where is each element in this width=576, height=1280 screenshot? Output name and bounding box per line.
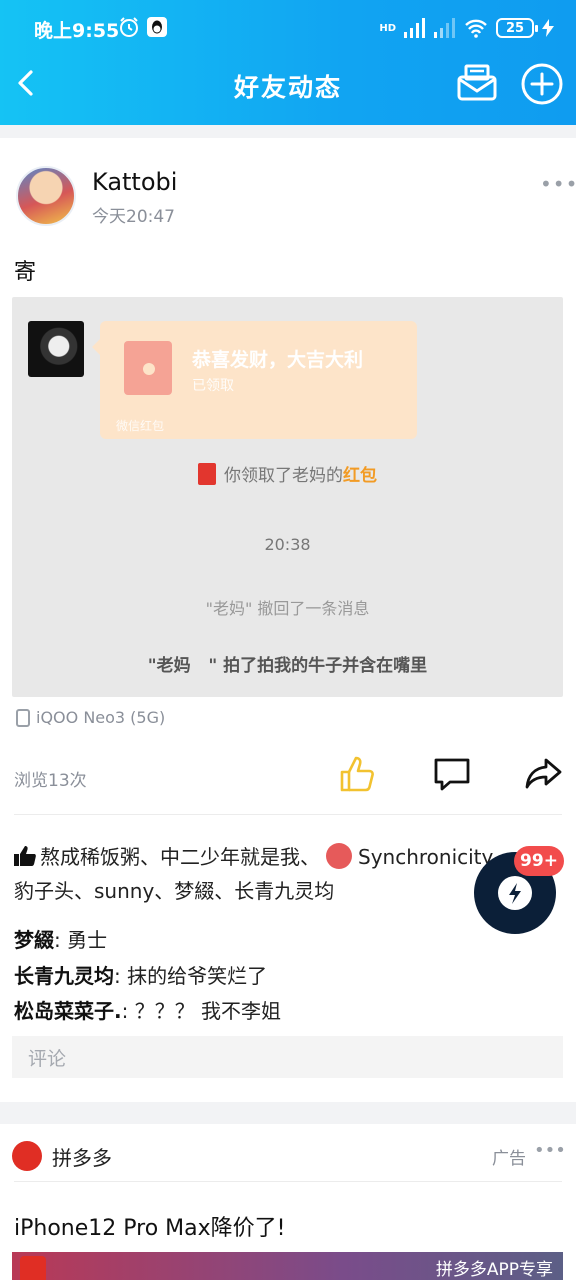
pat-notice: "老妈 " 拍了拍我的牛子并含在嘴里 [147, 656, 428, 676]
received-notice: 你领取了老妈的红包 [12, 461, 563, 486]
post-time: 今天20:47 [92, 207, 175, 227]
view-count: 浏览13次 [14, 771, 87, 791]
messages-icon[interactable] [456, 62, 498, 104]
ad-more-button[interactable]: ••• [534, 1140, 566, 1161]
post-text: 寄 [14, 260, 37, 285]
status-right: HD 25 [379, 16, 554, 40]
likes-names-1[interactable]: 熬成稀饭粥、中二少年就是我、 [40, 845, 320, 869]
likes-names-2[interactable]: Synchronicity [358, 845, 493, 869]
red-packet-icon [124, 341, 172, 395]
ad-banner[interactable]: 拼多多APP专享 [12, 1252, 563, 1280]
author-name[interactable]: Kattobi [92, 168, 177, 196]
likes-list: 熬成稀饭粥、中二少年就是我、 Synchronicity 豹子头、sunny、梦綴、… [14, 840, 554, 908]
red-packet-footer: 微信红包 [116, 419, 165, 433]
banner-label: 拼多多APP专享 [435, 1260, 553, 1280]
ad-brand[interactable]: 拼多多 [52, 1142, 112, 1171]
alarm-icon [120, 17, 138, 37]
lightning-icon [498, 876, 532, 910]
red-packet-bubble: 恭喜发财，大吉大利 已领取 微信红包 [92, 321, 417, 439]
status-bar: 晚上9:55 HD 25 [0, 0, 576, 56]
likes-names-3[interactable]: 豹子头、sunny、梦綴、长青九灵均 [14, 879, 334, 903]
banner-logo-icon [20, 1256, 46, 1280]
comment-author[interactable]: 长青九灵均 [14, 964, 114, 988]
red-packet-title: 恭喜发财，大吉大利 [192, 349, 364, 371]
comment-input[interactable]: 评论 [12, 1036, 563, 1078]
nav-bar: 好友动态 [0, 56, 576, 125]
add-icon[interactable] [520, 62, 564, 106]
top-bar: 晚上9:55 HD 25 好友动态 [0, 0, 576, 125]
comment-item[interactable]: 松岛菜菜子.: ？？？ 我不李姐 [14, 995, 281, 1024]
comment-icon[interactable] [432, 754, 472, 794]
device-label: iQOO Neo3 (5G) [16, 708, 165, 727]
ad-card: 拼多多 广告 ••• iPhone12 Pro Max降价了! 拼多多APP专享 [0, 1124, 576, 1280]
received-highlight: 红包 [343, 466, 377, 486]
received-prefix: 你领取了老妈的 [224, 466, 343, 486]
battery-level: 25 [505, 20, 525, 36]
comment-text: : 抹的给爷笑烂了 [114, 964, 268, 988]
like-icon[interactable] [338, 754, 378, 794]
ad-title[interactable]: iPhone12 Pro Max降价了! [14, 1210, 285, 1242]
charging-icon [542, 19, 554, 37]
divider [14, 1181, 562, 1182]
red-packet-status: 已领取 [192, 378, 234, 394]
liker-avatar [326, 843, 352, 869]
device-name: iQOO Neo3 (5G) [36, 708, 166, 727]
comment-text: : ？？？ 我不李姐 [121, 999, 282, 1023]
hd-label: HD [379, 22, 396, 34]
comment-text: : 勇士 [54, 928, 108, 952]
chat-avatar [28, 321, 84, 377]
signal-2-icon [434, 18, 455, 38]
comment-item[interactable]: 长青九灵均: 抹的给爷笑烂了 [14, 960, 267, 989]
comment-item[interactable]: 梦綴: 勇士 [14, 924, 107, 953]
battery-icon: 25 [496, 18, 538, 38]
ad-tag: 广告 [492, 1149, 526, 1169]
signal-icon [404, 18, 425, 38]
comment-author[interactable]: 松岛菜菜子. [14, 999, 122, 1023]
post-image[interactable]: 恭喜发财，大吉大利 已领取 微信红包 你领取了老妈的红包 20:38 "老妈" … [12, 297, 563, 697]
pinduoduo-logo-icon [12, 1141, 42, 1171]
chat-timestamp: 20:38 [264, 535, 311, 554]
phone-icon [16, 708, 30, 727]
divider [14, 814, 562, 815]
status-time: 晚上9:55 [34, 20, 120, 42]
post-more-button[interactable]: ••• [540, 172, 576, 196]
share-icon[interactable] [524, 754, 564, 794]
notification-badge: 99+ [514, 846, 564, 876]
author-avatar[interactable] [16, 166, 76, 226]
qq-notification-icon [147, 17, 167, 37]
comment-author[interactable]: 梦綴 [14, 928, 54, 952]
post-card: Kattobi 今天20:47 ••• 寄 恭喜发财，大吉大利 已领取 微信红包… [0, 138, 576, 1102]
wifi-icon [465, 19, 487, 38]
thumb-icon [14, 846, 36, 866]
red-packet-small-icon [198, 463, 216, 485]
recall-notice: "老妈" 撤回了一条消息 [205, 599, 370, 618]
